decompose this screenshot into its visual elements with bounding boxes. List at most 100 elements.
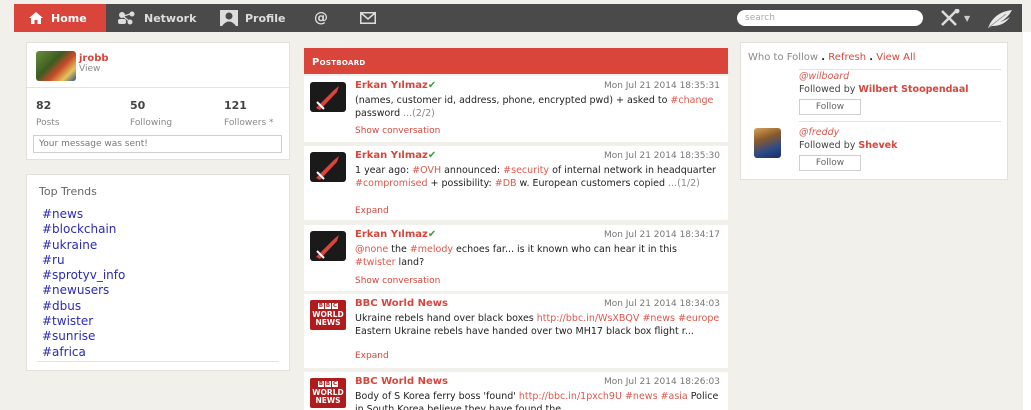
stat-posts-count: 82 — [36, 99, 52, 112]
stat-following-count: 50 — [130, 99, 146, 112]
mention-link[interactable]: @none — [355, 244, 388, 255]
hashtag-link[interactable]: #twister — [355, 257, 396, 268]
post-item: BBC WORLD NEWS BBC World News Mon Jul 21… — [304, 372, 728, 410]
post-text-part: w. European customers copied — [516, 177, 669, 189]
follow-button[interactable]: Follow — [799, 99, 861, 115]
stat-posts[interactable]: 82 Posts — [36, 99, 130, 128]
trends-title: Top Trends — [39, 185, 97, 198]
stat-following[interactable]: 50 Following — [130, 99, 224, 128]
post-text-part: Body of S Korea ferry boss 'found' — [355, 391, 519, 402]
post-time[interactable]: Mon Jul 21 2014 18:34:03 — [604, 299, 720, 309]
hashtag-link[interactable]: #europe — [678, 313, 719, 324]
show-conversation-link[interactable]: Show conversation — [355, 126, 440, 136]
who-to-follow-header: Who to Follow . Refresh . View All — [748, 52, 916, 63]
post-avatar[interactable] — [310, 152, 346, 182]
trend-item[interactable]: #newusers — [42, 283, 125, 298]
follow-button[interactable]: Follow — [799, 155, 861, 171]
settings-menu[interactable]: ▼ — [939, 9, 970, 27]
post-time[interactable]: Mon Jul 21 2014 18:34:17 — [604, 230, 720, 240]
twister-logo-icon — [987, 10, 1012, 29]
profile-nick[interactable]: jrobb — [79, 53, 109, 64]
post-avatar[interactable] — [310, 82, 346, 112]
hashtag-link[interactable]: #security — [503, 165, 549, 176]
trend-item[interactable]: #ru — [42, 253, 125, 268]
separator: . — [869, 52, 874, 63]
postboard-title: Postboard — [304, 48, 728, 74]
suggestion-handle[interactable]: @freddy — [799, 127, 897, 138]
show-conversation-link[interactable]: Show conversation — [355, 276, 440, 286]
stat-following-label: Following — [130, 118, 173, 128]
nav-profile-label: Profile — [245, 11, 286, 25]
post-author[interactable]: Erkan Yılmaz✔ — [355, 229, 436, 240]
post-author[interactable]: Erkan Yılmaz✔ — [355, 150, 436, 161]
avatar[interactable] — [754, 128, 781, 158]
post-avatar[interactable]: BBC WORLD NEWS — [310, 378, 346, 408]
nav-mentions[interactable]: @ — [314, 4, 328, 32]
post-text-part: (names, customer id, address, phone, enc… — [355, 95, 671, 106]
post-item: Erkan Yılmaz✔ Mon Jul 21 2014 18:35:30 1… — [304, 146, 728, 220]
caret-down-icon: ▼ — [964, 13, 971, 23]
hashtag-link[interactable]: #asia — [661, 391, 688, 402]
trend-item[interactable]: #dbus — [42, 299, 125, 314]
post-time[interactable]: Mon Jul 21 2014 18:35:31 — [604, 81, 720, 91]
trend-item[interactable]: #news — [42, 207, 125, 222]
suggestion-followed-by: Followed by Wilbert Stoopendaal — [799, 84, 968, 95]
suggestion-handle[interactable]: @wilboard — [799, 71, 968, 82]
expand-link[interactable]: Expand — [355, 206, 389, 216]
hashtag-link[interactable]: #news — [642, 313, 675, 324]
expand-link[interactable]: Expand — [355, 351, 389, 361]
trend-item[interactable]: #sprotyv_info — [42, 268, 125, 283]
follow-suggestion: @freddy Followed by Shevek Follow — [799, 127, 897, 171]
post-author[interactable]: BBC World News — [355, 376, 448, 387]
divider — [799, 121, 1001, 122]
at-icon: @ — [314, 10, 328, 26]
hashtag-link[interactable]: #compromised — [355, 178, 428, 189]
separator: . — [821, 52, 826, 63]
page-edge — [1023, 32, 1031, 410]
post-text-part: 1 year ago: — [355, 165, 413, 176]
trend-item[interactable]: #africa — [42, 345, 125, 360]
hashtag-link[interactable]: #news — [625, 391, 658, 402]
post-text-part: Eastern Ukraine rebels have handed over … — [355, 325, 694, 337]
verified-check-icon: ✔ — [427, 150, 437, 161]
refresh-link[interactable]: Refresh — [828, 52, 866, 63]
top-navigation-bar: Home Network Profile @ ▼ — [14, 4, 1022, 32]
trend-item[interactable]: #twister — [42, 314, 125, 329]
divider — [799, 69, 1001, 70]
url-link[interactable]: http://bbc.in/1pxch9U — [519, 391, 622, 402]
profile-card: jrobb View — [36, 51, 109, 81]
suggestion-followed-by: Followed by Shevek — [799, 140, 897, 151]
hashtag-link[interactable]: #DB — [495, 178, 517, 189]
trend-item[interactable]: #sunrise — [42, 329, 125, 344]
sword-icon — [316, 86, 339, 110]
nav-home[interactable]: Home — [14, 4, 106, 32]
avatar[interactable] — [36, 51, 76, 81]
trend-item[interactable]: #blockchain — [42, 222, 125, 237]
profile-icon — [220, 10, 238, 26]
post-time[interactable]: Mon Jul 21 2014 18:26:03 — [604, 377, 720, 387]
message-status-field[interactable]: Your message was sent! — [33, 135, 282, 153]
post-text: (names, customer id, address, phone, enc… — [355, 95, 720, 120]
search-input[interactable] — [737, 10, 923, 26]
hashtag-link[interactable]: #change — [670, 95, 713, 106]
post-avatar[interactable] — [310, 231, 346, 261]
profile-view-link[interactable]: View — [79, 64, 109, 74]
nav-network[interactable]: Network — [117, 4, 196, 32]
post-author[interactable]: Erkan Yılmaz✔ — [355, 80, 436, 91]
nav-profile[interactable]: Profile — [220, 4, 285, 32]
view-all-link[interactable]: View All — [876, 52, 915, 63]
post-text: Body of S Korea ferry boss 'found' http:… — [355, 391, 720, 410]
hashtag-link[interactable]: #melody — [410, 244, 453, 255]
hashtag-link[interactable]: #OVH — [412, 165, 441, 176]
followed-by-name[interactable]: Wilbert Stoopendaal — [858, 84, 968, 95]
post-time[interactable]: Mon Jul 21 2014 18:35:30 — [604, 151, 720, 161]
post-author[interactable]: BBC World News — [355, 298, 448, 309]
nav-messages[interactable] — [360, 4, 383, 32]
trend-item[interactable]: #ukraine — [42, 238, 125, 253]
url-link[interactable]: http://bbc.in/WsXBQV — [537, 313, 640, 324]
bbc-logo-icon: BBC — [310, 303, 346, 309]
post-avatar[interactable]: BBC WORLD NEWS — [310, 300, 346, 330]
followed-by-name[interactable]: Shevek — [858, 140, 897, 151]
who-to-follow-panel: Who to Follow . Refresh . View All @wilb… — [740, 42, 1008, 180]
post-text: 1 year ago: #OVH announced: #security of… — [355, 165, 720, 190]
